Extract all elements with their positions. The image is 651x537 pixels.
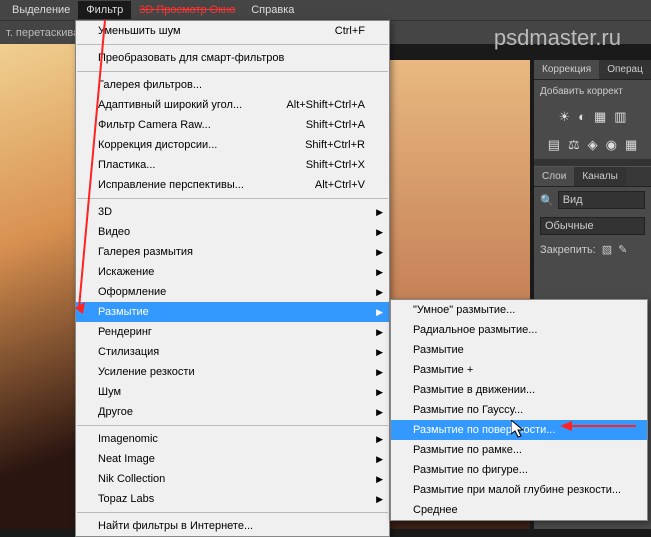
filter-menu-item[interactable]: Другое▶ xyxy=(76,402,389,422)
tab-layers[interactable]: Слои xyxy=(534,167,574,186)
submenu-arrow-icon: ▶ xyxy=(376,287,383,298)
tab-operations[interactable]: Операц xyxy=(599,60,651,79)
filter-menu-item[interactable]: Видео▶ xyxy=(76,222,389,242)
menubar: Выделение Фильтр 3D Просмотр Окно Справк… xyxy=(0,0,651,20)
watermark: psdmaster.ru xyxy=(494,25,621,51)
submenu-arrow-icon: ▶ xyxy=(376,227,383,238)
filter-menu-item[interactable]: Искажение▶ xyxy=(76,262,389,282)
submenu-arrow-icon: ▶ xyxy=(376,454,383,465)
blend-mode-select[interactable]: Обычные xyxy=(540,217,645,235)
filter-menu-item[interactable]: Imagenomic▶ xyxy=(76,429,389,449)
blur-menu-item[interactable]: Размытие + xyxy=(391,360,647,380)
channel-mixer-icon[interactable]: ▦ xyxy=(625,137,637,153)
submenu-arrow-icon: ▶ xyxy=(376,327,383,338)
submenu-arrow-icon: ▶ xyxy=(376,347,383,358)
submenu-arrow-icon: ▶ xyxy=(376,207,383,218)
blur-menu-item[interactable]: Размытие при малой глубине резкости... xyxy=(391,480,647,500)
filter-menu-item[interactable]: Стилизация▶ xyxy=(76,342,389,362)
submenu-arrow-icon: ▶ xyxy=(376,407,383,418)
search-icon[interactable]: 🔍 xyxy=(540,194,554,207)
curves-icon[interactable]: ▦ xyxy=(594,109,606,125)
submenu-arrow-icon: ▶ xyxy=(376,247,383,258)
filter-menu-item[interactable]: Галерея фильтров... xyxy=(76,75,389,95)
vibrance-icon[interactable]: ▤ xyxy=(548,137,560,153)
filter-menu-item[interactable]: Topaz Labs▶ xyxy=(76,489,389,509)
filter-menu: Уменьшить шумCtrl+F Преобразовать для сма… xyxy=(75,20,390,537)
levels-icon[interactable]: ◐ xyxy=(578,109,586,125)
filter-menu-item[interactable]: Галерея размытия▶ xyxy=(76,242,389,262)
blur-menu-item[interactable]: Размытие по Гауссу... xyxy=(391,400,647,420)
lock-pixels-icon[interactable]: ▧ xyxy=(602,243,612,256)
filter-menu-item[interactable]: Размытие▶ xyxy=(76,302,389,322)
balance-icon[interactable]: ⚖ xyxy=(568,137,580,153)
menu-3d[interactable]: 3D Просмотр Окно xyxy=(131,1,243,19)
bw-icon[interactable]: ◈ xyxy=(588,137,598,153)
filter-menu-item[interactable]: Nik Collection▶ xyxy=(76,469,389,489)
filter-menu-item[interactable]: Усиление резкости▶ xyxy=(76,362,389,382)
filter-menu-item[interactable]: Шум▶ xyxy=(76,382,389,402)
menu-selection[interactable]: Выделение xyxy=(4,1,78,19)
submenu-arrow-icon: ▶ xyxy=(376,434,383,445)
blur-menu-item[interactable]: Среднее xyxy=(391,500,647,520)
add-correction-label: Добавить коррект xyxy=(534,80,651,103)
filter-menu-item[interactable]: Фильтр Camera Raw...Shift+Ctrl+A xyxy=(76,115,389,135)
submenu-arrow-icon: ▶ xyxy=(376,307,383,318)
filter-menu-item[interactable]: Оформление▶ xyxy=(76,282,389,302)
view-selector[interactable]: Вид xyxy=(558,191,645,209)
submenu-arrow-icon: ▶ xyxy=(376,267,383,278)
blur-submenu: "Умное" размытие...Радиальное размытие..… xyxy=(390,299,648,521)
blur-menu-item[interactable]: Размытие в движении... xyxy=(391,380,647,400)
filter-menu-item[interactable]: Уменьшить шумCtrl+F xyxy=(76,21,389,41)
exposure-icon[interactable]: ▥ xyxy=(614,109,626,125)
filter-menu-item[interactable]: 3D▶ xyxy=(76,202,389,222)
submenu-arrow-icon: ▶ xyxy=(376,474,383,485)
adjustment-icons-1[interactable]: ☀ ◐ ▦ ▥ xyxy=(534,103,651,131)
filter-menu-item[interactable]: Рендеринг▶ xyxy=(76,322,389,342)
submenu-arrow-icon: ▶ xyxy=(376,387,383,398)
filter-menu-item[interactable]: Преобразовать для смарт-фильтров xyxy=(76,48,389,68)
blur-menu-item[interactable]: Размытие xyxy=(391,340,647,360)
filter-menu-item[interactable]: Neat Image▶ xyxy=(76,449,389,469)
filter-menu-item[interactable]: Исправление перспективы...Alt+Ctrl+V xyxy=(76,175,389,195)
filter-menu-item[interactable]: Пластика...Shift+Ctrl+X xyxy=(76,155,389,175)
submenu-arrow-icon: ▶ xyxy=(376,494,383,505)
blur-menu-item[interactable]: Размытие по фигуре... xyxy=(391,460,647,480)
blur-menu-item[interactable]: Радиальное размытие... xyxy=(391,320,647,340)
filter-menu-item[interactable]: Коррекция дисторсии...Shift+Ctrl+R xyxy=(76,135,389,155)
blur-menu-item[interactable]: Размытие по поверхности... xyxy=(391,420,647,440)
brightness-icon[interactable]: ☀ xyxy=(558,109,570,125)
submenu-arrow-icon: ▶ xyxy=(376,367,383,378)
adjustment-icons-2[interactable]: ▤ ⚖ ◈ ◉ ▦ xyxy=(534,131,651,159)
lock-brush-icon[interactable]: ✎ xyxy=(618,243,627,256)
photo-filter-icon[interactable]: ◉ xyxy=(606,137,617,153)
menu-help[interactable]: Справка xyxy=(243,1,302,19)
canvas-left xyxy=(0,44,75,529)
tab-channels[interactable]: Каналы xyxy=(574,167,626,186)
blur-menu-item[interactable]: Размытие по рамке... xyxy=(391,440,647,460)
lock-label: Закрепить: xyxy=(540,244,596,256)
filter-menu-item[interactable]: Адаптивный широкий угол...Alt+Shift+Ctrl… xyxy=(76,95,389,115)
tab-corrections[interactable]: Коррекция xyxy=(534,60,599,79)
filter-menu-item[interactable]: Найти фильтры в Интернете... xyxy=(76,516,389,536)
options-text: т. перетаскива xyxy=(6,27,79,39)
menu-filter[interactable]: Фильтр xyxy=(78,1,131,19)
blur-menu-item[interactable]: "Умное" размытие... xyxy=(391,300,647,320)
